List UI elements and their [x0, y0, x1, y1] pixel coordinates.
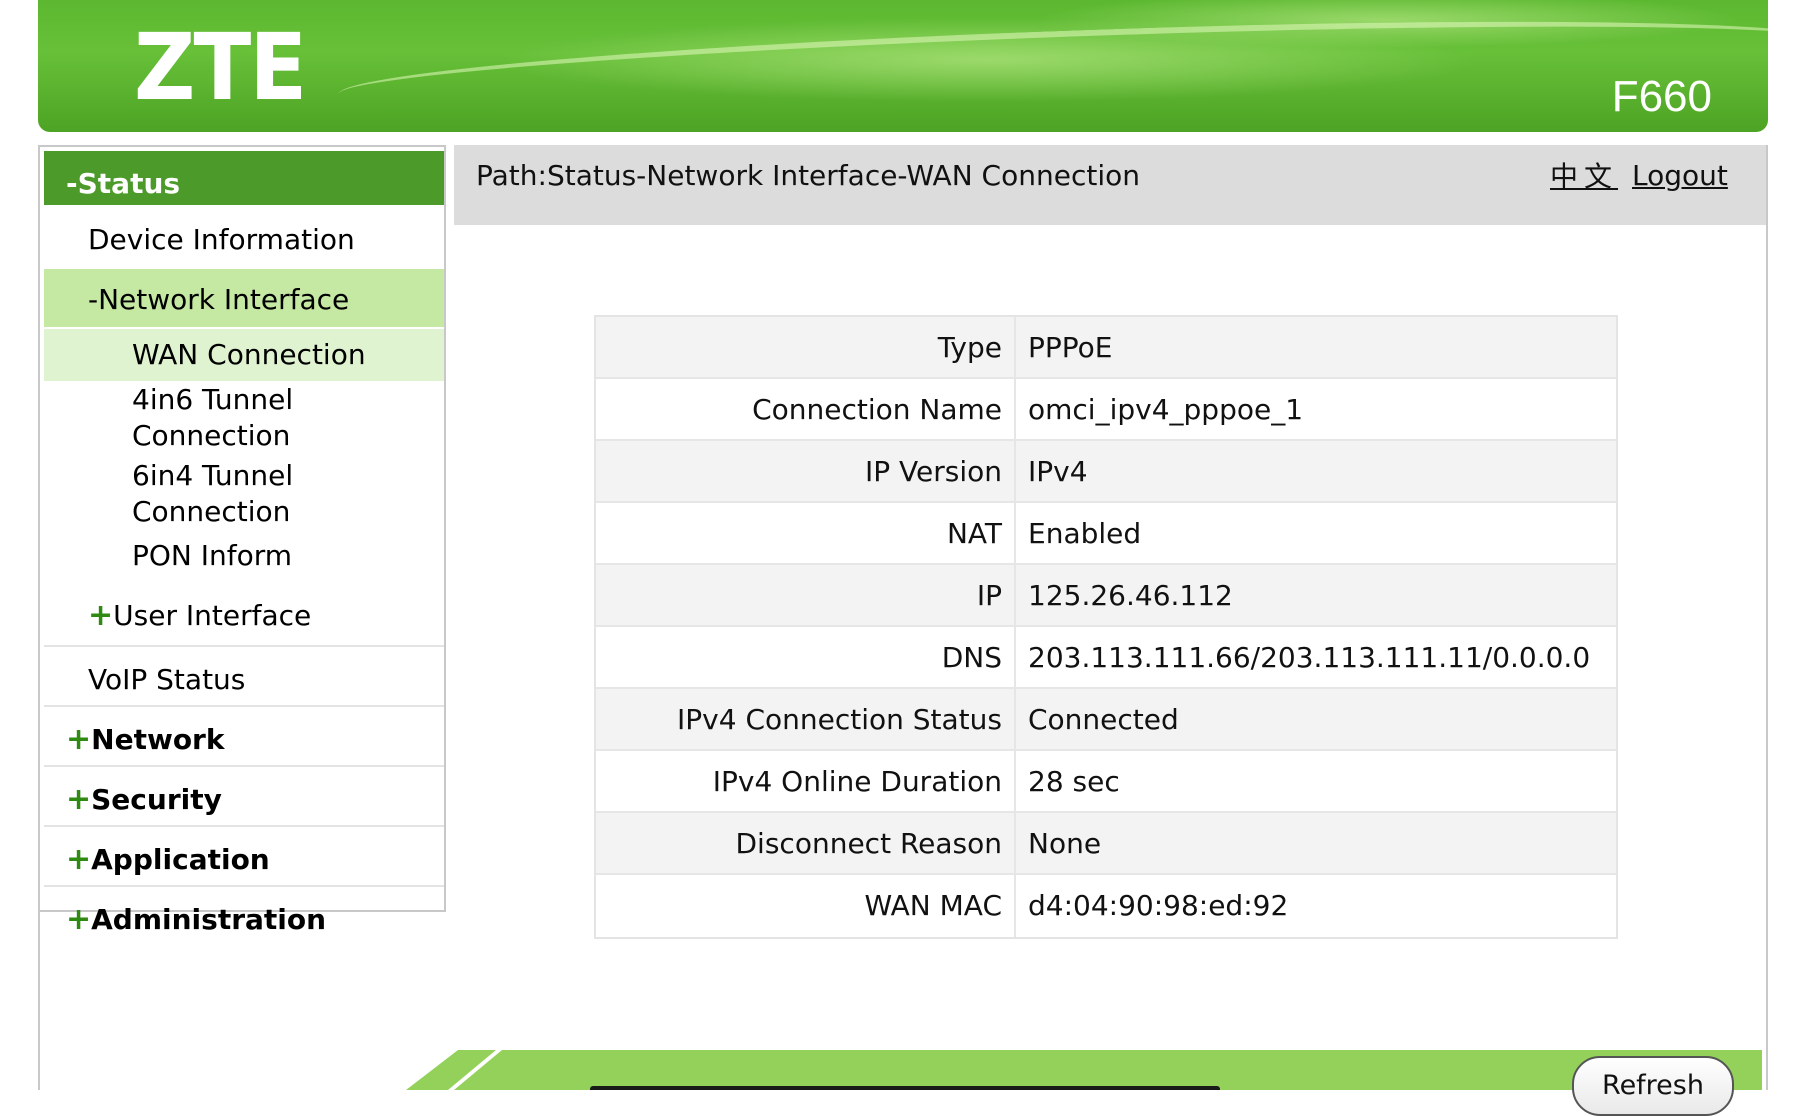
sidebar-item-label: 4in6 Tunnel: [132, 383, 294, 416]
row-value: 28 sec: [1028, 765, 1120, 798]
sidebar-item-4in6-tunnel[interactable]: 4in6 Tunnel Connection: [44, 383, 444, 457]
row-value: Enabled: [1028, 517, 1142, 550]
table-row: IPv4 Online Duration 28 sec: [596, 751, 1616, 813]
language-switch-link[interactable]: 中文: [1550, 155, 1618, 195]
expand-plus-icon: +: [66, 782, 92, 817]
sidebar-item-user-interface[interactable]: +User Interface: [44, 587, 444, 647]
table-row: Connection Name omci_ipv4_pppoe_1: [596, 379, 1616, 441]
row-value: 125.26.46.112: [1028, 579, 1233, 612]
expand-plus-icon: +: [88, 598, 114, 633]
sidebar-item-label: Connection: [132, 495, 291, 528]
footer-dark-strip: [590, 1086, 1220, 1090]
row-value: IPv4: [1028, 455, 1088, 488]
row-value: 203.113.111.66/203.113.111.11/0.0.0.0: [1028, 641, 1591, 674]
path-bar: Path:Status-Network Interface-WAN Connec…: [454, 145, 1766, 225]
table-row: IP Version IPv4: [596, 441, 1616, 503]
row-value: d4:04:90:98:ed:92: [1028, 889, 1289, 922]
table-row: IP 125.26.46.112: [596, 565, 1616, 627]
breadcrumb: Path:Status-Network Interface-WAN Connec…: [476, 159, 1140, 192]
footer-bar: [406, 1050, 1762, 1090]
table-row: Disconnect Reason None: [596, 813, 1616, 875]
row-label: IP: [596, 565, 1016, 625]
sidebar-menu: -Status Device Information -Network Inte…: [40, 145, 446, 937]
row-label: DNS: [596, 627, 1016, 687]
table-row: WAN MAC d4:04:90:98:ed:92: [596, 875, 1616, 937]
sidebar-item-label: Security: [91, 783, 222, 816]
row-label: IPv4 Connection Status: [596, 689, 1016, 749]
header-swoosh: [337, 3, 1768, 132]
sidebar-item-6in4-tunnel[interactable]: 6in4 Tunnel Connection: [44, 459, 444, 533]
sidebar-item-device-information[interactable]: Device Information: [44, 209, 444, 266]
row-value: PPPoE: [1028, 331, 1113, 364]
row-label: IPv4 Online Duration: [596, 751, 1016, 811]
sidebar-item-network[interactable]: +Network: [44, 709, 444, 767]
sidebar-item-label: Application: [91, 843, 270, 876]
row-value: None: [1028, 827, 1102, 860]
table-row: NAT Enabled: [596, 503, 1616, 565]
table-row: DNS 203.113.111.66/203.113.111.11/0.0.0.0: [596, 627, 1616, 689]
expand-plus-icon: +: [66, 722, 92, 757]
sidebar-item-label: 6in4 Tunnel: [132, 459, 294, 492]
sidebar-item-security[interactable]: +Security: [44, 769, 444, 827]
row-value: Connected: [1028, 703, 1179, 736]
sidebar-item-label: User Interface: [113, 599, 312, 632]
expand-plus-icon: +: [66, 842, 92, 877]
refresh-button[interactable]: Refresh: [1572, 1056, 1734, 1116]
sidebar-item-label: Administration: [91, 903, 327, 936]
row-label: WAN MAC: [596, 875, 1016, 937]
sidebar-item-pon-inform[interactable]: PON Inform: [44, 539, 444, 583]
sidebar-item-label: Network: [91, 723, 225, 756]
sidebar-item-network-interface[interactable]: -Network Interface: [44, 269, 444, 327]
logout-link[interactable]: Logout: [1632, 159, 1728, 192]
sidebar-item-status[interactable]: -Status: [44, 151, 444, 205]
row-label: Type: [596, 317, 1016, 377]
sidebar-item-voip-status[interactable]: VoIP Status: [44, 649, 444, 707]
expand-plus-icon: +: [66, 902, 92, 937]
table-row: Type PPPoE: [596, 317, 1616, 379]
sidebar-item-label: Connection: [132, 419, 291, 452]
header-banner: ZTE F660: [38, 0, 1768, 132]
sidebar-item-application[interactable]: +Application: [44, 829, 444, 887]
row-label: NAT: [596, 503, 1016, 563]
row-value: omci_ipv4_pppoe_1: [1028, 393, 1304, 426]
row-label: Connection Name: [596, 379, 1016, 439]
zte-logo: ZTE: [134, 14, 307, 121]
wan-connection-info-table: Type PPPoE Connection Name omci_ipv4_pppoe_…: [594, 315, 1618, 939]
row-label: Disconnect Reason: [596, 813, 1016, 873]
table-row: IPv4 Connection Status Connected: [596, 689, 1616, 751]
model-name: F660: [1611, 72, 1712, 121]
frame-border-right: [1766, 145, 1768, 1090]
sidebar-item-administration[interactable]: +Administration: [44, 889, 444, 947]
row-label: IP Version: [596, 441, 1016, 501]
sidebar-item-wan-connection[interactable]: WAN Connection: [44, 329, 444, 381]
